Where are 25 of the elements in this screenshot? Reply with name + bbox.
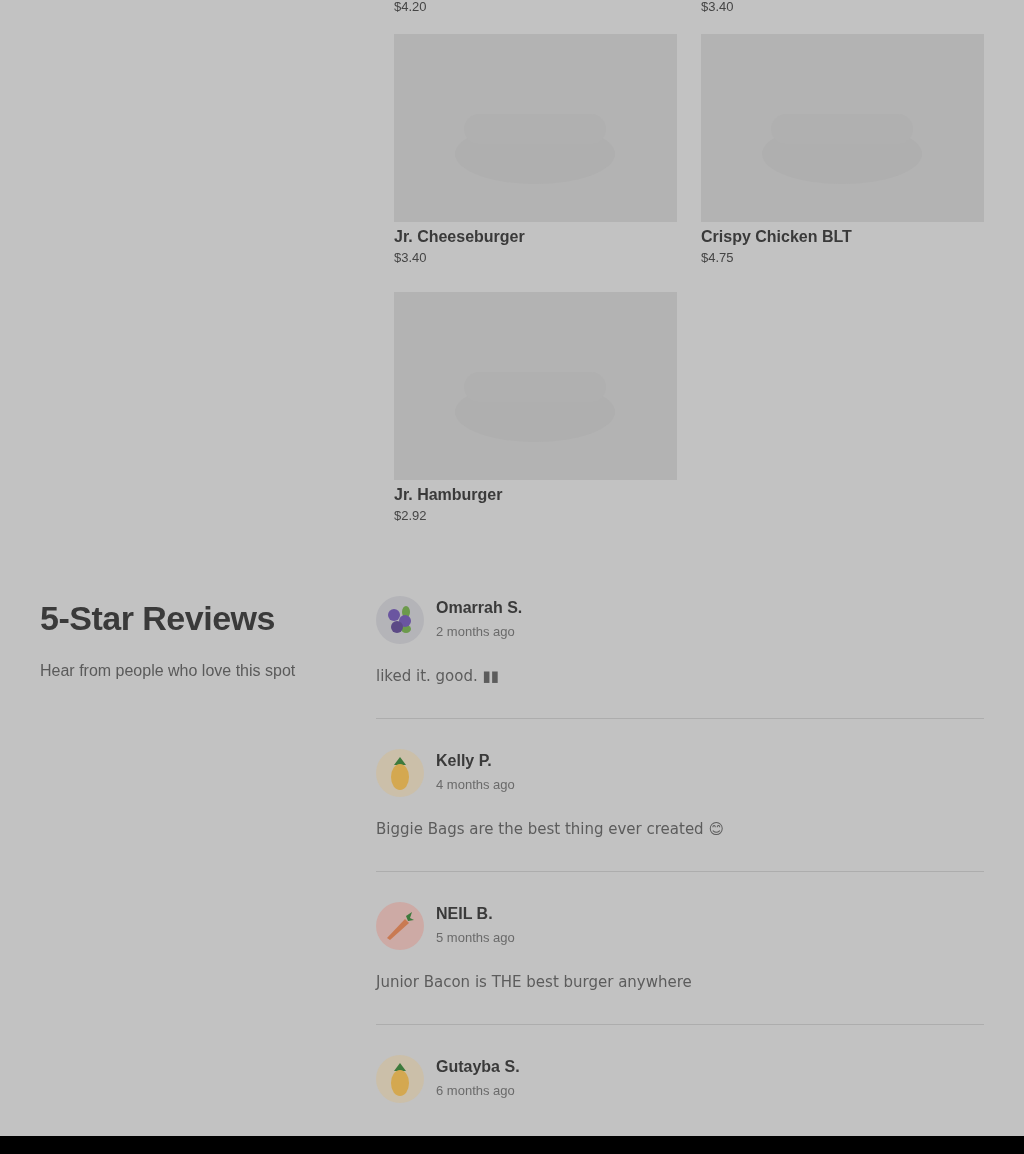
item-price: $3.40: [394, 249, 427, 267]
item-price: $2.92: [394, 507, 427, 525]
item-name[interactable]: Jr. Cheeseburger: [394, 226, 525, 248]
avatar-icon: [376, 902, 424, 950]
reviewer-name: Gutayba S.: [436, 1057, 520, 1077]
review-time: 4 months ago: [436, 777, 515, 793]
reviewer-name: NEIL B.: [436, 904, 494, 924]
review-time: 6 months ago: [436, 1083, 516, 1099]
reviewer-name: Omarrah S.: [436, 598, 523, 618]
reviewer-name: Kelly P.: [436, 751, 493, 771]
item-price: $3.40: [701, 0, 734, 14]
avatar-icon: [376, 1055, 424, 1103]
review-time: 2 months ago: [436, 624, 516, 640]
section-subtitle: Hear from people who love this spot: [40, 662, 297, 680]
review-text: liked it. good. ▮▮: [376, 666, 501, 686]
item-name[interactable]: Crispy Chicken BLT: [701, 226, 852, 248]
section-title: 5-Star Reviews: [40, 598, 276, 639]
item-name[interactable]: Jr. Hamburger: [394, 484, 503, 506]
avatar-icon: [376, 749, 424, 797]
review-time: 5 months ago: [436, 930, 515, 946]
review-text: Junior Bacon is THE best burger anywhere: [376, 972, 693, 992]
item-price: $4.20: [394, 0, 427, 14]
item-price: $4.75: [701, 249, 734, 267]
review-text: Biggie Bags are the best thing ever created 😊: [376, 819, 726, 839]
avatar-icon: [376, 596, 424, 644]
